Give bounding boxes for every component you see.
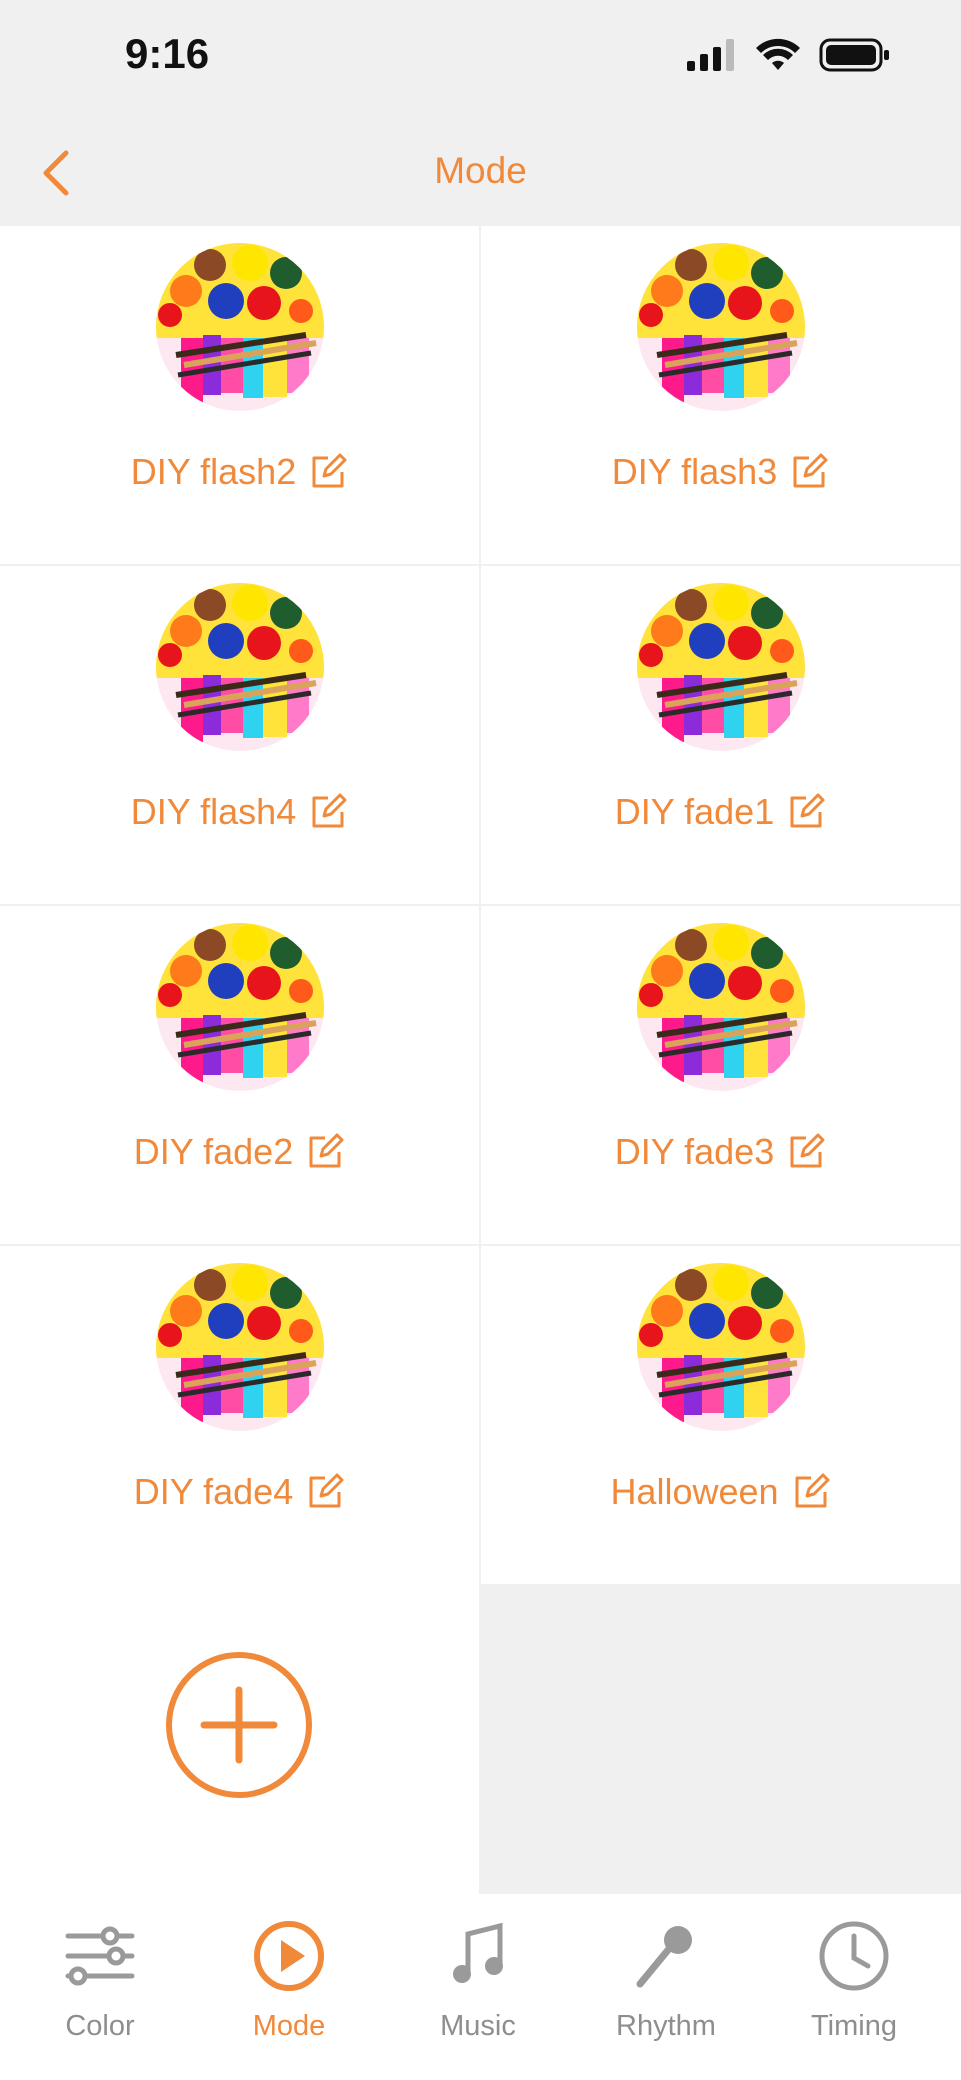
edit-icon[interactable] xyxy=(789,452,829,492)
tab-music[interactable]: Music xyxy=(382,1894,574,2080)
edit-icon[interactable] xyxy=(308,452,348,492)
tab-label: Timing xyxy=(811,2010,897,2042)
add-mode-cell xyxy=(0,1556,479,1894)
edit-icon[interactable] xyxy=(791,1472,831,1512)
status-bar: 9:16 xyxy=(0,0,961,120)
mode-thumbnail xyxy=(636,1263,805,1431)
mode-card[interactable]: DIY flash3 xyxy=(481,226,960,564)
mode-label: DIY fade1 xyxy=(614,791,775,832)
mode-label: DIY fade4 xyxy=(133,1471,294,1512)
status-icons xyxy=(687,38,891,72)
sliders-icon xyxy=(65,1926,135,1986)
clock-icon xyxy=(819,1921,889,1991)
tab-color[interactable]: Color xyxy=(4,1894,196,2080)
edit-icon[interactable] xyxy=(305,1132,345,1172)
tab-label: Color xyxy=(65,2010,135,2042)
tab-label: Rhythm xyxy=(616,2010,716,2042)
mode-card[interactable]: DIY flash4 xyxy=(0,566,479,904)
tab-mode[interactable]: Mode xyxy=(193,1894,385,2080)
edit-icon[interactable] xyxy=(308,792,348,832)
wifi-icon xyxy=(756,38,800,70)
mode-thumbnail xyxy=(636,243,805,411)
mode-thumbnail xyxy=(155,583,324,751)
play-circle-icon xyxy=(254,1921,324,1991)
mode-card[interactable]: DIY flash2 xyxy=(0,226,479,564)
mode-thumbnail xyxy=(155,1263,324,1431)
mode-card[interactable]: Halloween xyxy=(481,1246,960,1584)
tab-label: Mode xyxy=(252,2010,326,2042)
battery-icon xyxy=(819,38,889,72)
mode-label: DIY flash3 xyxy=(611,451,778,492)
mode-card[interactable]: DIY fade4 xyxy=(0,1246,479,1584)
mode-label: DIY fade3 xyxy=(614,1131,775,1172)
mode-thumbnail xyxy=(636,923,805,1091)
mode-label: Halloween xyxy=(610,1471,779,1512)
signal-icon xyxy=(687,39,734,71)
edit-icon[interactable] xyxy=(786,1132,826,1172)
add-mode-button[interactable] xyxy=(164,1650,314,1800)
mode-label: DIY flash4 xyxy=(130,791,297,832)
mode-card[interactable]: DIY fade3 xyxy=(481,906,960,1244)
music-note-icon xyxy=(453,1922,503,1983)
mode-thumbnail xyxy=(636,583,805,751)
mode-card[interactable]: DIY fade2 xyxy=(0,906,479,1244)
mode-thumbnail xyxy=(155,923,324,1091)
status-time: 9:16 xyxy=(125,30,210,77)
edit-icon[interactable] xyxy=(305,1472,345,1512)
microphone-icon xyxy=(636,1926,692,1988)
edit-icon[interactable] xyxy=(786,792,826,832)
tab-timing[interactable]: Timing xyxy=(758,1894,950,2080)
page-title: Mode xyxy=(434,150,527,191)
tab-rhythm[interactable]: Rhythm xyxy=(570,1894,762,2080)
mode-card[interactable]: DIY fade1 xyxy=(481,566,960,904)
tab-bar: Color Mode Music Rhythm Timing xyxy=(0,1894,961,2080)
mode-label: DIY flash2 xyxy=(130,451,297,492)
mode-label: DIY fade2 xyxy=(133,1131,294,1172)
nav-bar: Mode xyxy=(0,120,961,226)
mode-thumbnail xyxy=(155,243,324,411)
tab-label: Music xyxy=(440,2010,516,2042)
